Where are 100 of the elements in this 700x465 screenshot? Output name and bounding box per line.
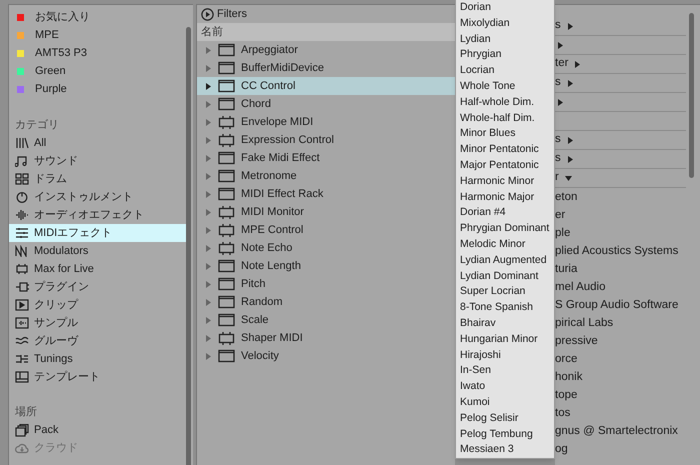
menu-item[interactable]: Messiaen 3	[460, 442, 554, 458]
collection-label[interactable]: MPE	[35, 26, 59, 44]
menu-item[interactable]: Harmonic Major	[460, 190, 554, 206]
menu-item[interactable]: Bhairav	[460, 316, 554, 332]
vendor-item[interactable]: S Group Audio Software	[555, 296, 700, 314]
scrollbar-thumb[interactable]	[689, 13, 694, 178]
expand-arrow-icon[interactable]	[566, 80, 574, 86]
menu-item[interactable]: Mixolydian	[460, 16, 554, 32]
device-row[interactable]: Note Echo	[197, 239, 455, 257]
device-row[interactable]: Scale	[197, 311, 455, 329]
collection-label[interactable]: AMT53 P3	[35, 44, 87, 62]
device-row[interactable]: Pitch	[197, 275, 455, 293]
device-row[interactable]: Chord	[197, 95, 455, 113]
device-row[interactable]: MPE Control	[197, 221, 455, 239]
menu-item[interactable]: Iwato	[460, 379, 554, 395]
category-item[interactable]: サウンド	[9, 152, 190, 170]
vendor-item[interactable]: gnus @ Smartelectronix	[555, 422, 700, 440]
category-item[interactable]: クリップ	[9, 296, 190, 314]
menu-item[interactable]: Dorian #4	[460, 205, 554, 222]
vendor-item[interactable]: og	[555, 440, 700, 458]
expand-arrow-icon[interactable]	[566, 22, 574, 30]
filters-label[interactable]: Filters	[217, 6, 247, 22]
folder-label[interactable]: s	[555, 131, 561, 149]
vendor-item[interactable]: turia	[555, 260, 700, 278]
expand-arrow-icon[interactable]	[205, 82, 212, 90]
category-item[interactable]: グルーヴ	[9, 332, 190, 350]
folder-label[interactable]: ter	[555, 55, 568, 73]
column-header[interactable]: 名前	[197, 23, 455, 41]
device-row[interactable]: Metronome	[197, 167, 455, 185]
menu-item[interactable]: Whole-half Dim.	[460, 110, 554, 126]
menu-item[interactable]: 8-Tone Spanish	[460, 300, 554, 316]
category-item[interactable]: テンプレート	[9, 368, 190, 386]
menu-item[interactable]: Phrygian	[460, 47, 554, 64]
folder-label[interactable]: s	[555, 150, 561, 168]
vendor-item[interactable]: honik	[555, 368, 700, 386]
collection-label[interactable]: Green	[35, 62, 66, 80]
vendor-item[interactable]: pressive	[555, 332, 700, 350]
vendor-item[interactable]: eton	[555, 188, 700, 206]
menu-item[interactable]: Kumoi	[460, 394, 554, 411]
menu-item[interactable]: Super Locrian	[460, 284, 554, 300]
expand-arrow-icon[interactable]	[574, 60, 582, 68]
menu-item[interactable]: Minor Pentatonic	[460, 142, 554, 158]
device-row[interactable]: Shaper MIDI	[197, 329, 455, 347]
collection-label[interactable]: お気に入り	[35, 8, 90, 26]
category-item[interactable]: オーディオエフェクト	[9, 206, 190, 224]
device-row[interactable]: Envelope MIDI	[197, 113, 455, 131]
device-row[interactable]: Note Length	[197, 257, 455, 275]
vendor-item[interactable]: mel Audio	[555, 278, 700, 296]
device-row[interactable]: MIDI Monitor	[197, 203, 455, 221]
device-row[interactable]: Arpeggiator	[197, 41, 455, 59]
device-row[interactable]: Random	[197, 293, 455, 311]
scrollbar-thumb[interactable]	[186, 27, 191, 465]
menu-item[interactable]: Harmonic Minor	[460, 174, 554, 190]
menu-item[interactable]: Lydian Augmented	[460, 252, 554, 269]
folder-label[interactable]: s	[555, 74, 561, 92]
menu-item[interactable]: Pelog Tembung	[460, 426, 554, 442]
place-item[interactable]: Pack	[9, 421, 193, 439]
folder-label[interactable]: s	[555, 17, 561, 35]
expand-arrow-icon[interactable]	[557, 98, 564, 106]
expand-arrow-icon[interactable]	[557, 42, 564, 48]
category-item[interactable]: Modulators	[9, 242, 190, 260]
device-row[interactable]: CC Control	[197, 77, 455, 95]
menu-item[interactable]: Major Pentatonic	[460, 158, 554, 174]
folder-label[interactable]: r	[555, 169, 559, 187]
vendor-item[interactable]: tope	[555, 386, 700, 404]
category-item[interactable]: インストゥルメント	[9, 188, 190, 206]
menu-item[interactable]: Pelog Selisir	[460, 410, 554, 427]
category-item[interactable]: Max for Live	[9, 260, 190, 278]
device-row[interactable]: Fake Midi Effect	[197, 149, 455, 167]
menu-item[interactable]: Melodic Minor	[460, 236, 554, 253]
vendor-item[interactable]: plied Acoustics Systems	[555, 242, 700, 260]
menu-item[interactable]: Hungarian Minor	[460, 332, 554, 348]
menu-item[interactable]: Dorian	[460, 0, 554, 16]
vendor-item[interactable]: er	[555, 206, 700, 224]
device-row[interactable]: BufferMidiDevice	[197, 59, 455, 77]
expand-arrow-icon[interactable]	[566, 156, 574, 162]
device-row[interactable]: Expression Control	[197, 131, 455, 149]
device-row[interactable]: Velocity	[197, 347, 455, 365]
vendor-item[interactable]: pirical Labs	[555, 314, 700, 332]
category-item[interactable]: サンプル	[9, 314, 190, 332]
device-row[interactable]: MIDI Effect Rack	[197, 185, 455, 203]
category-item[interactable]: ドラム	[9, 170, 190, 188]
play-circle-icon[interactable]	[201, 8, 214, 20]
menu-item[interactable]: Locrian	[460, 63, 554, 79]
vendor-item[interactable]: orce	[555, 350, 700, 368]
category-item[interactable]: プラグイン	[9, 278, 190, 296]
menu-item[interactable]: Whole Tone	[460, 78, 554, 95]
collapse-arrow-icon[interactable]	[564, 174, 572, 182]
menu-item[interactable]: Hirajoshi	[460, 348, 554, 364]
menu-item[interactable]: Phrygian Dominant	[460, 221, 554, 237]
menu-item[interactable]: Half-whole Dim.	[460, 94, 554, 111]
menu-item[interactable]: Lydian Dominant	[460, 268, 554, 284]
vendor-item[interactable]: ple	[555, 224, 700, 242]
collection-label[interactable]: Purple	[35, 80, 67, 98]
category-item[interactable]: All	[9, 134, 190, 152]
menu-item[interactable]: In-Sen	[460, 363, 554, 380]
menu-item[interactable]: Minor Blues	[460, 126, 554, 142]
vendor-item[interactable]: tos	[555, 404, 700, 422]
menu-item[interactable]: Lydian	[460, 32, 554, 48]
category-item[interactable]: Tunings	[9, 350, 190, 368]
